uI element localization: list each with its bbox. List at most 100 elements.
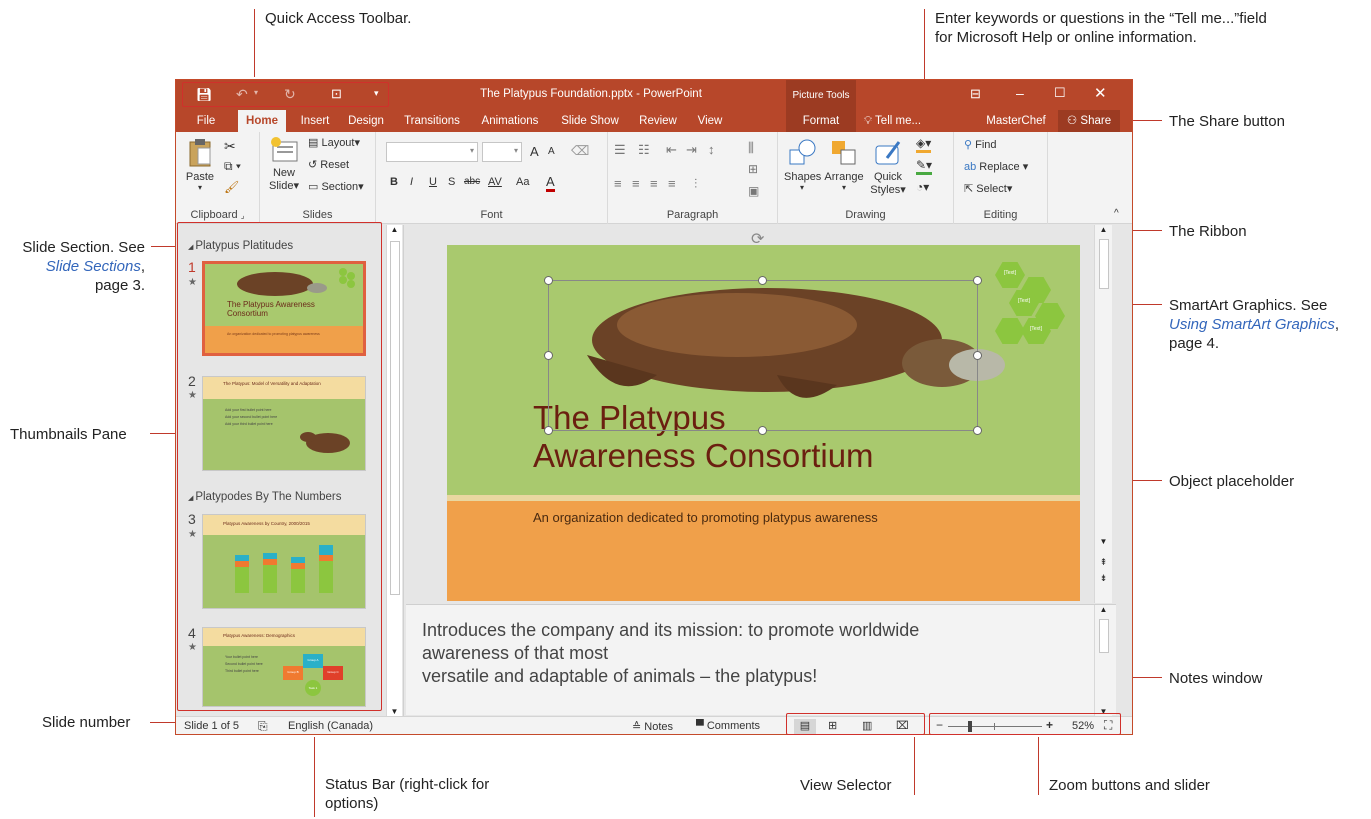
layout-button[interactable]: ▤ Layout▾ [308,136,360,149]
close-icon[interactable]: ✕ [1094,84,1107,102]
spelling-check-icon[interactable]: ⎘ [258,719,268,734]
scroll-down-icon[interactable]: ▼ [387,707,402,716]
tab-format[interactable]: Format [786,110,856,132]
numbering-icon[interactable]: ☷ [638,142,650,158]
bold-button[interactable]: B [390,176,398,188]
align-text-icon[interactable]: ⊞ [748,162,758,176]
tab-view[interactable]: View [690,110,730,132]
smartart-convert-icon[interactable]: ▣ [748,184,759,198]
reset-button[interactable]: ↺ Reset [308,158,349,171]
paste-button[interactable]: Paste ▾ [184,138,216,202]
tab-home[interactable]: Home [238,110,286,132]
scroll-up-icon[interactable]: ▲ [387,225,402,234]
scroll-up-icon[interactable]: ▲ [1095,225,1112,234]
scroll-up-icon[interactable]: ▲ [1095,605,1112,614]
notes-button[interactable]: ≙ Notes [632,720,673,733]
tab-design[interactable]: Design [342,110,390,132]
format-painter-icon[interactable]: 🖌︎ [224,180,239,194]
minimize-icon[interactable]: – [1016,85,1024,101]
slide-count[interactable]: Slide 1 of 5 [184,720,239,732]
shape-fill-icon[interactable]: ◈▾ [916,136,932,153]
clear-formatting-icon[interactable]: ⌫ [571,143,589,159]
scroll-thumb[interactable] [1099,619,1109,653]
resize-handle[interactable] [973,351,982,360]
resize-handle[interactable] [544,276,553,285]
align-right-icon[interactable]: ≡ [650,176,658,191]
object-placeholder-selection[interactable] [548,280,978,431]
shape-outline-icon[interactable]: ✎▾ [916,158,933,175]
columns-icon[interactable]: ⫶ [694,176,697,192]
share-button[interactable]: ⚇ Share [1058,110,1120,132]
notes-text[interactable]: Introduces the company and its mission: … [422,619,919,688]
bullets-icon[interactable]: ☰ [614,142,626,158]
slide-scrollbar[interactable]: ▲ ▼ ⇞ ⇟ [1094,225,1112,603]
tab-insert[interactable]: Insert [293,110,337,132]
previous-slide-icon[interactable]: ⇞ [1095,557,1112,568]
font-color-button[interactable]: A [546,174,555,192]
center-icon[interactable]: ≡ [632,176,640,191]
line-spacing-icon[interactable]: ↕ [708,142,715,157]
tab-transitions[interactable]: Transitions [398,110,466,132]
resize-handle[interactable] [973,426,982,435]
callout-zoom: Zoom buttons and slider [1049,777,1210,794]
tab-file[interactable]: File [188,110,224,132]
grow-font-button[interactable]: A [530,144,539,159]
collapse-ribbon-icon[interactable]: ^ [1114,208,1119,219]
find-button[interactable]: ⚲ Find [964,138,997,151]
replace-button[interactable]: ab Replace ▾ [964,160,1028,173]
font-size-box[interactable]: ▾ [482,142,522,162]
user-name[interactable]: MasterChef [976,110,1056,132]
strikethrough-button[interactable]: abc [464,176,480,187]
tell-me-box[interactable]: 💡︎ Tell me... [864,110,954,132]
scroll-down-icon[interactable]: ▼ [1095,537,1112,546]
shapes-button[interactable]: Shapes ▾ [784,138,821,192]
cut-icon[interactable]: ✂ [224,138,236,155]
resize-handle[interactable] [973,276,982,285]
change-case-button[interactable]: Aa [516,176,529,188]
quick-styles-button[interactable]: Quick Styles▾ [868,138,908,196]
group-label-editing: Editing [983,209,1018,221]
text-direction-icon[interactable]: ⫼ [748,140,754,156]
font-name-box[interactable]: ▾ [386,142,478,162]
increase-indent-icon[interactable]: ⇥ [686,142,697,158]
shape-effects-icon[interactable]: ◔▾ [916,180,929,194]
scroll-thumb[interactable] [1099,239,1109,289]
section-button[interactable]: ▭ Section▾ [308,180,364,193]
decrease-indent-icon[interactable]: ⇤ [666,142,677,158]
next-slide-icon[interactable]: ⇟ [1095,573,1112,584]
italic-button[interactable]: I [410,176,413,188]
maximize-icon[interactable]: ☐ [1054,85,1066,101]
character-spacing-button[interactable]: AV [488,176,502,188]
shadow-button[interactable]: S [448,176,455,188]
callout-notes-window: Notes window [1169,670,1263,687]
language[interactable]: English (Canada) [288,720,373,732]
rotate-handle-icon[interactable]: ⟳ [751,229,764,249]
notes-pane[interactable]: Introduces the company and its mission: … [406,604,1116,716]
resize-handle[interactable] [544,426,553,435]
resize-handle[interactable] [758,276,767,285]
using-smartart-link[interactable]: Using SmartArt Graphics [1169,316,1335,333]
tab-review[interactable]: Review [632,110,684,132]
resize-handle[interactable] [544,351,553,360]
copy-icon[interactable]: ⧉ ▾ [224,159,241,174]
resize-handle[interactable] [758,426,767,435]
slide-sections-link[interactable]: Slide Sections [46,258,141,275]
arrange-button[interactable]: Arrange ▾ [824,138,864,192]
shrink-font-button[interactable]: A [548,146,555,157]
ribbon-display-options-icon[interactable]: ⊟ [970,86,981,102]
thumbnails-scrollbar[interactable]: ▲ ▼ [386,225,402,716]
new-slide-button[interactable]: New Slide▾ [266,136,302,192]
comments-button[interactable]: ▀ Comments [696,720,760,732]
paste-label: Paste [185,171,215,183]
justify-icon[interactable]: ≡ [668,176,676,191]
scroll-thumb[interactable] [390,241,400,595]
slide-subtitle[interactable]: An organization dedicated to promoting p… [533,510,878,525]
align-left-icon[interactable]: ≡ [614,176,622,191]
callout-view-selector: View Selector [800,777,892,794]
notes-scrollbar[interactable]: ▲ ▼ [1094,605,1112,716]
tab-slide-show[interactable]: Slide Show [554,110,626,132]
underline-button[interactable]: U [429,176,437,188]
tab-animations[interactable]: Animations [474,110,546,132]
select-button[interactable]: ⇱ Select▾ [964,182,1012,195]
current-slide[interactable]: The Platypus Awareness Consortium An org… [447,245,1080,601]
